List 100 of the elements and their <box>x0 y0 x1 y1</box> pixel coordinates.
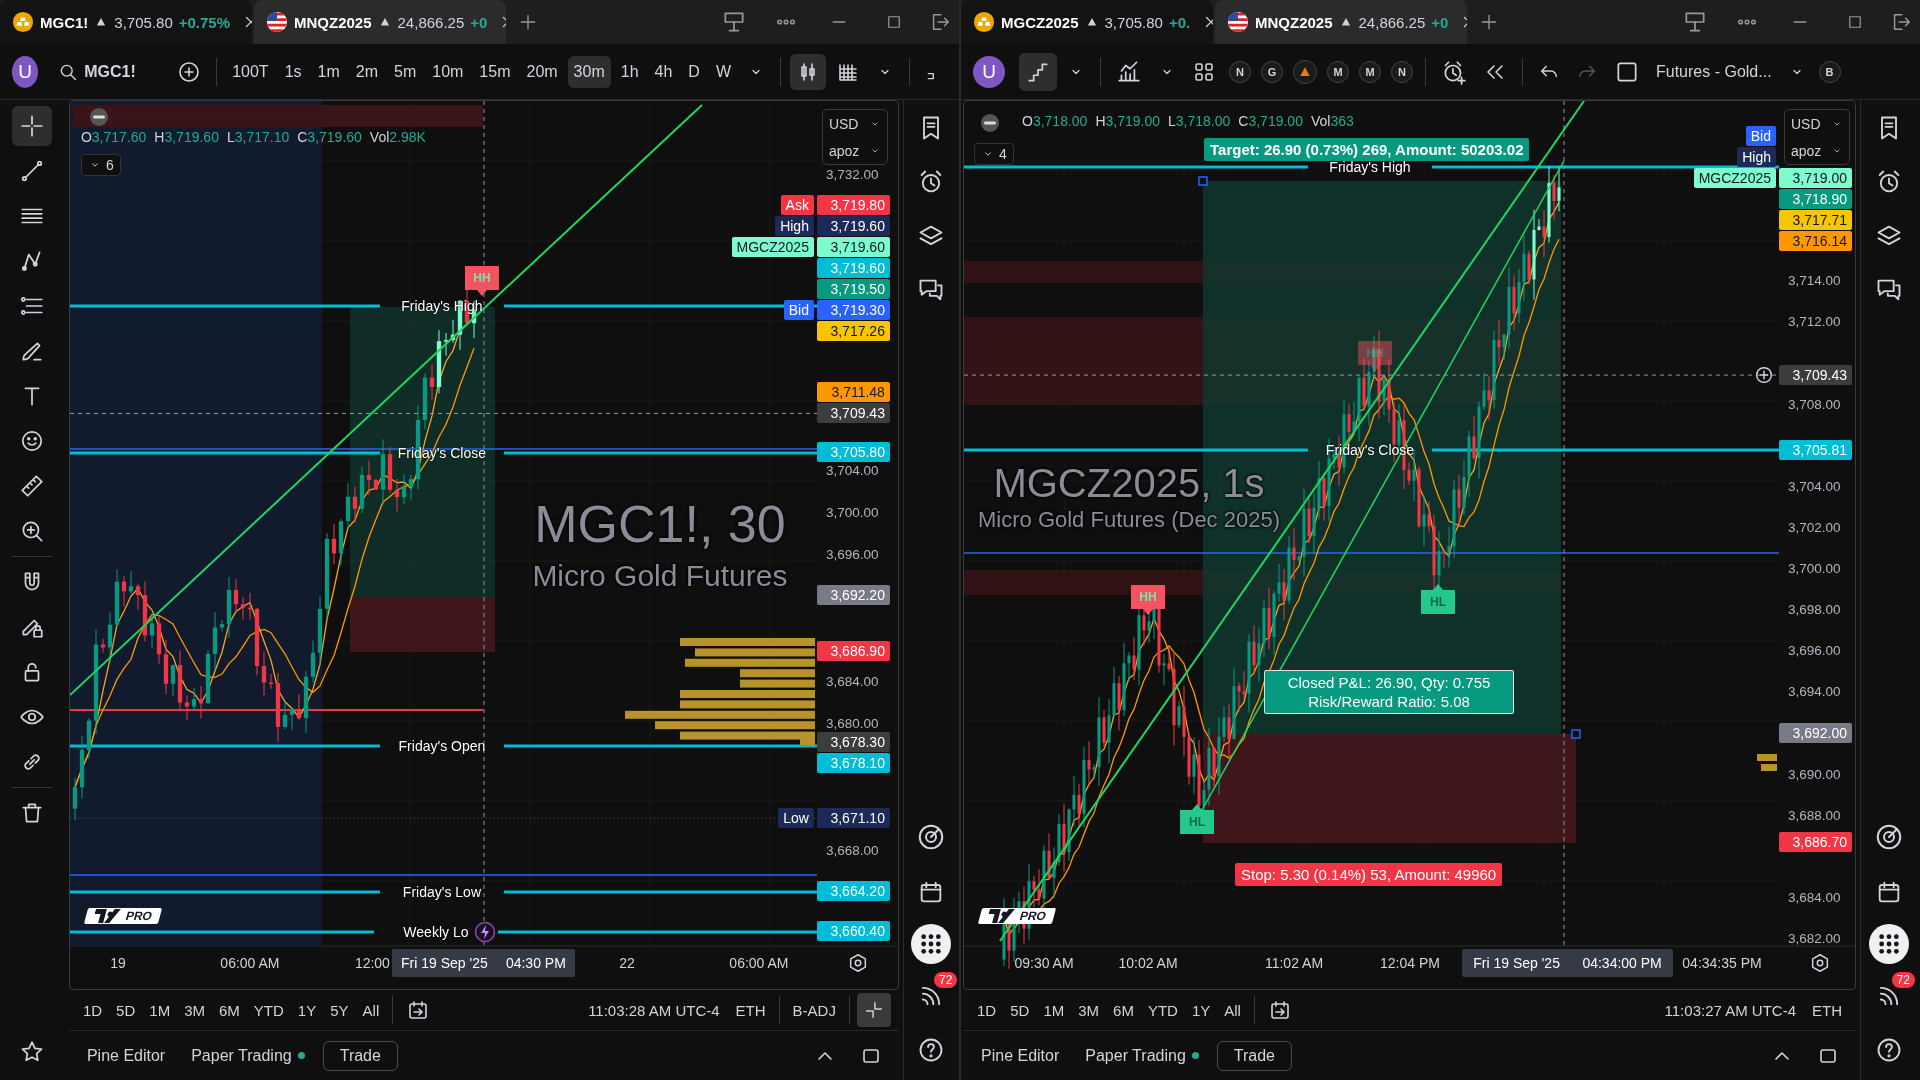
chart-tab[interactable]: MGCZ2025 3,705.80 +0. <box>961 0 1213 44</box>
range-button[interactable]: 3M <box>1072 995 1106 1025</box>
range-button[interactable]: 5D <box>110 995 142 1025</box>
time-label: 12:04 PM <box>1380 954 1440 973</box>
panel-tab[interactable]: Pine Editor <box>78 1040 174 1071</box>
clock-text: 11:03:28 AM UTC-4 <box>587 1001 721 1019</box>
price-label: 3,719.30 <box>816 299 890 320</box>
price-label: 3,719.80 <box>816 194 890 215</box>
price-tick: 3,698.00 <box>1788 601 1841 620</box>
indicator-badge[interactable]: N <box>1391 60 1413 83</box>
interval-button[interactable]: 30m <box>567 55 611 88</box>
avatar[interactable]: U <box>973 55 1005 88</box>
range-button[interactable]: 1D <box>971 995 1003 1025</box>
time-label: 04:34:35 PM <box>1682 954 1762 973</box>
panel-tab[interactable]: Pine Editor <box>973 1040 1068 1071</box>
range-button[interactable]: 1D <box>76 995 109 1025</box>
range-button[interactable]: YTD <box>1141 995 1184 1025</box>
interval-button[interactable]: D <box>682 55 706 88</box>
ohlc-value: O3,718.00 <box>1022 113 1088 129</box>
symbol-search[interactable]: MGC1! <box>52 54 142 89</box>
range-button[interactable]: YTD <box>247 995 290 1025</box>
price-label: 3,660.40 <box>816 921 890 942</box>
range-button[interactable]: 1Y <box>1185 995 1217 1025</box>
time-label: 11:02 AM <box>1264 954 1324 973</box>
level-label: Friday's Open <box>397 737 487 755</box>
range-button[interactable]: 5Y <box>324 995 355 1025</box>
price-tick: 3,684.00 <box>825 672 879 691</box>
level-label: Friday's High <box>1328 158 1412 176</box>
range-button[interactable]: 5D <box>1004 995 1036 1025</box>
interval-button[interactable]: 1h <box>614 55 645 88</box>
price-tick: 3,690.00 <box>1788 765 1841 784</box>
indicator-badge[interactable]: M <box>1327 60 1349 83</box>
pivot-marker: HH <box>464 266 499 296</box>
avatar[interactable]: U <box>12 55 39 88</box>
session-button[interactable]: ETH <box>1806 995 1848 1025</box>
indicators-toggle[interactable]: 4 <box>974 143 1014 165</box>
price-label: 3,671.10 <box>816 808 890 829</box>
price-tick: 3,704.00 <box>1788 477 1841 496</box>
crosshair-time-text: Fri 19 Sep '25 <box>1473 955 1560 971</box>
price-tick: 3,688.00 <box>1788 806 1841 825</box>
logo-text: PRO <box>1018 909 1048 923</box>
price-label: 3,719.60 <box>816 215 890 236</box>
range-button[interactable]: 3M <box>178 995 211 1025</box>
price-tick: 3,682.00 <box>1788 930 1841 949</box>
indicator-badge[interactable]: G <box>1261 60 1283 83</box>
ohlc-value: H3,719.60 <box>154 129 219 145</box>
time-label: 22 <box>619 954 635 973</box>
range-button[interactable]: 6M <box>1107 995 1140 1025</box>
time-label: 09:30 AM <box>1014 954 1074 973</box>
watermark-subtitle: Micro Gold Futures (Dec 2025) <box>978 508 1280 533</box>
level-label: Weekly Lo <box>402 923 470 941</box>
currency-select[interactable]: USD <box>1791 115 1843 132</box>
range-button[interactable]: All <box>1218 995 1247 1025</box>
interval-button[interactable]: 1s <box>278 55 308 88</box>
scale-select[interactable]: apoz <box>828 142 881 159</box>
trade-button[interactable]: Trade <box>1216 1040 1292 1071</box>
adjustment-button[interactable]: B-ADJ <box>786 995 842 1025</box>
account-badge[interactable]: B <box>1818 60 1841 83</box>
price-tick: 3,694.00 <box>1788 683 1841 702</box>
interval-button[interactable]: 20m <box>520 55 564 88</box>
price-tick: 3,684.00 <box>1788 888 1841 907</box>
indicator-badge[interactable]: N <box>1229 60 1251 83</box>
interval-button[interactable]: 1m <box>311 55 346 88</box>
interval-button[interactable]: 2m <box>349 55 384 88</box>
crosshair-time-text: Fri 19 Sep '25 <box>401 955 488 971</box>
clock-text: 11:03:27 AM UTC-4 <box>1663 1001 1797 1019</box>
target-label: Target: 26.90 (0.73%) 269, Amount: 50203.02 <box>1204 138 1530 161</box>
price-tick: 3,732.00 <box>825 166 879 185</box>
ohlc-value: H3,719.00 <box>1095 113 1160 129</box>
interval-button[interactable]: W <box>709 55 737 88</box>
panel-tab[interactable]: Paper Trading <box>1077 1040 1207 1071</box>
range-button[interactable]: 1M <box>1037 995 1071 1025</box>
currency-select[interactable]: USD <box>828 115 881 132</box>
interval-button[interactable]: 5m <box>388 55 423 88</box>
price-tick: 3,702.00 <box>1788 518 1841 537</box>
interval-button[interactable]: 10m <box>426 55 470 88</box>
chart-tab[interactable]: MNQZ2025 24,866.25 +0 <box>254 0 506 44</box>
range-button[interactable]: All <box>356 995 386 1025</box>
interval-button[interactable]: 100T <box>226 55 275 88</box>
chart-tab[interactable]: MGC1! 3,705.80 +0.75% <box>0 0 252 44</box>
price-tick: 3,680.00 <box>825 715 879 734</box>
interval-button[interactable]: 4h <box>648 55 679 88</box>
range-button[interactable]: 6M <box>213 995 246 1025</box>
price-label: 3,705.80 <box>816 441 890 462</box>
price-tag: Low <box>778 808 814 829</box>
chart-tab[interactable]: MNQZ2025 24,866.25 +0 <box>1215 0 1467 44</box>
range-button[interactable]: 1Y <box>291 995 323 1025</box>
scale-select[interactable]: apoz <box>1791 142 1843 159</box>
price-label: 3,678.10 <box>816 753 890 774</box>
range-button[interactable]: 1M <box>143 995 177 1025</box>
price-label: 3,705.81 <box>1779 439 1852 460</box>
trade-button[interactable]: Trade <box>322 1040 398 1071</box>
price-tag: MGCZ2025 <box>731 236 814 257</box>
panel-tab[interactable]: Paper Trading <box>183 1040 313 1071</box>
indicator-badge[interactable]: M <box>1359 60 1381 83</box>
level-label: Friday's Low <box>401 883 482 901</box>
session-button[interactable]: ETH <box>729 995 772 1025</box>
interval-button[interactable]: 15m <box>473 55 517 88</box>
layout-name[interactable]: Futures - Gold... <box>1650 55 1778 88</box>
indicators-toggle[interactable]: 6 <box>80 154 121 176</box>
